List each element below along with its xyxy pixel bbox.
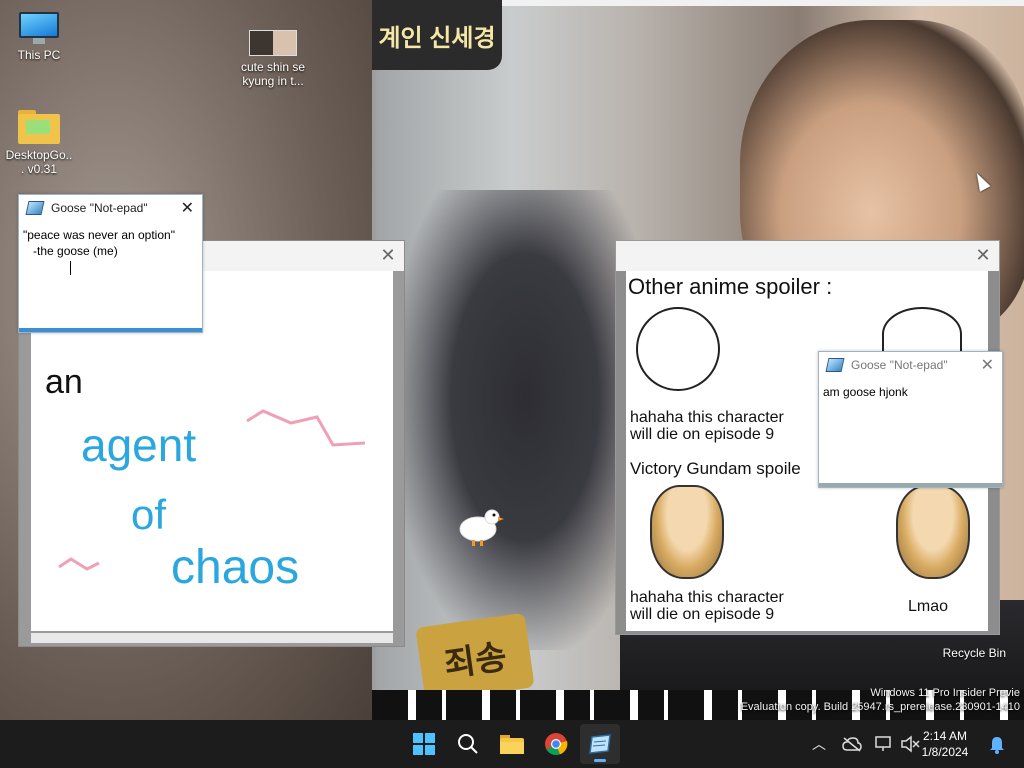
chad-face-image: [896, 485, 970, 579]
desktop-icon-this-pc[interactable]: This PC: [4, 12, 74, 62]
folder-icon: [500, 735, 524, 754]
notepad-text-area[interactable]: "peace was never an option" -the goose (…: [19, 221, 202, 265]
goose-sprite-icon: [459, 509, 504, 546]
start-button[interactable]: [404, 724, 444, 764]
search-button[interactable]: [448, 724, 488, 764]
notepad-icon: [589, 734, 611, 754]
notification-bell-icon[interactable]: [988, 735, 1006, 755]
computer-icon: [19, 12, 59, 44]
window-border-bottom: [819, 483, 1002, 487]
meme-title: Other anime spoiler :: [628, 274, 833, 299]
search-icon: [458, 734, 478, 754]
windows-logo-icon: [413, 733, 435, 755]
network-icon[interactable]: [874, 735, 894, 753]
active-indicator: [594, 759, 606, 762]
clock-time: 2:14 AM: [922, 729, 968, 743]
desktop-icon-image[interactable]: cute shin se kyung in t...: [238, 30, 308, 88]
cloud-offline-icon[interactable]: [842, 736, 862, 752]
notepad-icon: [25, 201, 45, 215]
close-icon[interactable]: ✕: [378, 245, 398, 265]
note-titlebar[interactable]: ✕: [616, 241, 999, 271]
drawing-word-an: an: [45, 363, 83, 401]
meme-caption-bottom-left: hahaha this character will die on episod…: [630, 589, 784, 623]
wallpaper-caption-top: 계인 신세경: [372, 0, 502, 70]
meme-caption-top-left: hahaha this character will die on episod…: [630, 409, 784, 443]
meme-subtitle: Victory Gundam spoile: [630, 459, 801, 478]
folder-icon: [18, 110, 60, 144]
watermark-line-2: Evaluation copy. Build 25947.rs_prerelea…: [740, 701, 1020, 713]
close-icon[interactable]: ✕: [181, 198, 194, 218]
desktop-icon-label: This PC: [17, 48, 61, 62]
notepad-title: Goose "Not-epad": [51, 201, 148, 215]
chrome-button[interactable]: [536, 724, 576, 764]
show-hidden-icons-chevron-icon[interactable]: ︿: [812, 734, 826, 754]
drawing-word-chaos: chaos: [171, 541, 299, 594]
chad-face-image: [650, 485, 724, 579]
clock-date: 1/8/2024: [921, 745, 969, 759]
goose-notepad-taskbar-button[interactable]: [580, 724, 620, 764]
drawing-word-of: of: [131, 491, 166, 538]
watermark-line-1: Windows 11 Pro Insider Previe: [870, 687, 1020, 699]
os-watermark: Windows 11 Pro Insider Previe Evaluation…: [741, 686, 1020, 714]
file-explorer-button[interactable]: [492, 724, 532, 764]
taskbar: ︿ 2:14 AM 1/8/2024: [0, 720, 1024, 768]
desktop-icon-label: DesktopGo... v0.31: [5, 148, 73, 176]
wojak-face-image: [636, 307, 720, 391]
wallpaper-caption-bottom: 죄송: [415, 612, 535, 703]
drawing-word-agent: agent: [81, 419, 196, 471]
close-icon[interactable]: ✕: [973, 245, 993, 265]
notepad-text-area[interactable]: am goose hjonk: [819, 378, 1002, 406]
close-icon[interactable]: ✕: [981, 355, 994, 375]
notepad-title: Goose "Not-epad": [851, 358, 948, 372]
notepad-titlebar[interactable]: Goose "Not-epad" ✕: [19, 195, 202, 221]
note-scrollbar[interactable]: [31, 633, 393, 643]
notepad-titlebar[interactable]: Goose "Not-epad" ✕: [819, 352, 1002, 378]
chrome-icon: [545, 733, 568, 756]
focus-accent-line: [19, 328, 202, 332]
meme-caption-bottom-right: Lmao: [908, 598, 949, 615]
desktop-icon-label: cute shin se kyung in t...: [240, 60, 306, 88]
goose-notepad-window-1[interactable]: Goose "Not-epad" ✕ "peace was never an o…: [18, 194, 203, 333]
notepad-icon: [825, 358, 845, 372]
system-clock[interactable]: 2:14 AM 1/8/2024: [910, 728, 980, 760]
desktop-icon-desktopgoose[interactable]: DesktopGo... v0.31: [4, 110, 74, 176]
desktop: 계인 신세경 죄송 This PC DesktopGo... v0.31 cut…: [0, 0, 1024, 720]
recycle-bin-label[interactable]: Recycle Bin: [943, 646, 1006, 660]
image-thumbnail-icon: [249, 30, 297, 56]
goose-notepad-window-2[interactable]: Goose "Not-epad" ✕ am goose hjonk: [818, 351, 1003, 488]
text-caret: [70, 261, 71, 275]
